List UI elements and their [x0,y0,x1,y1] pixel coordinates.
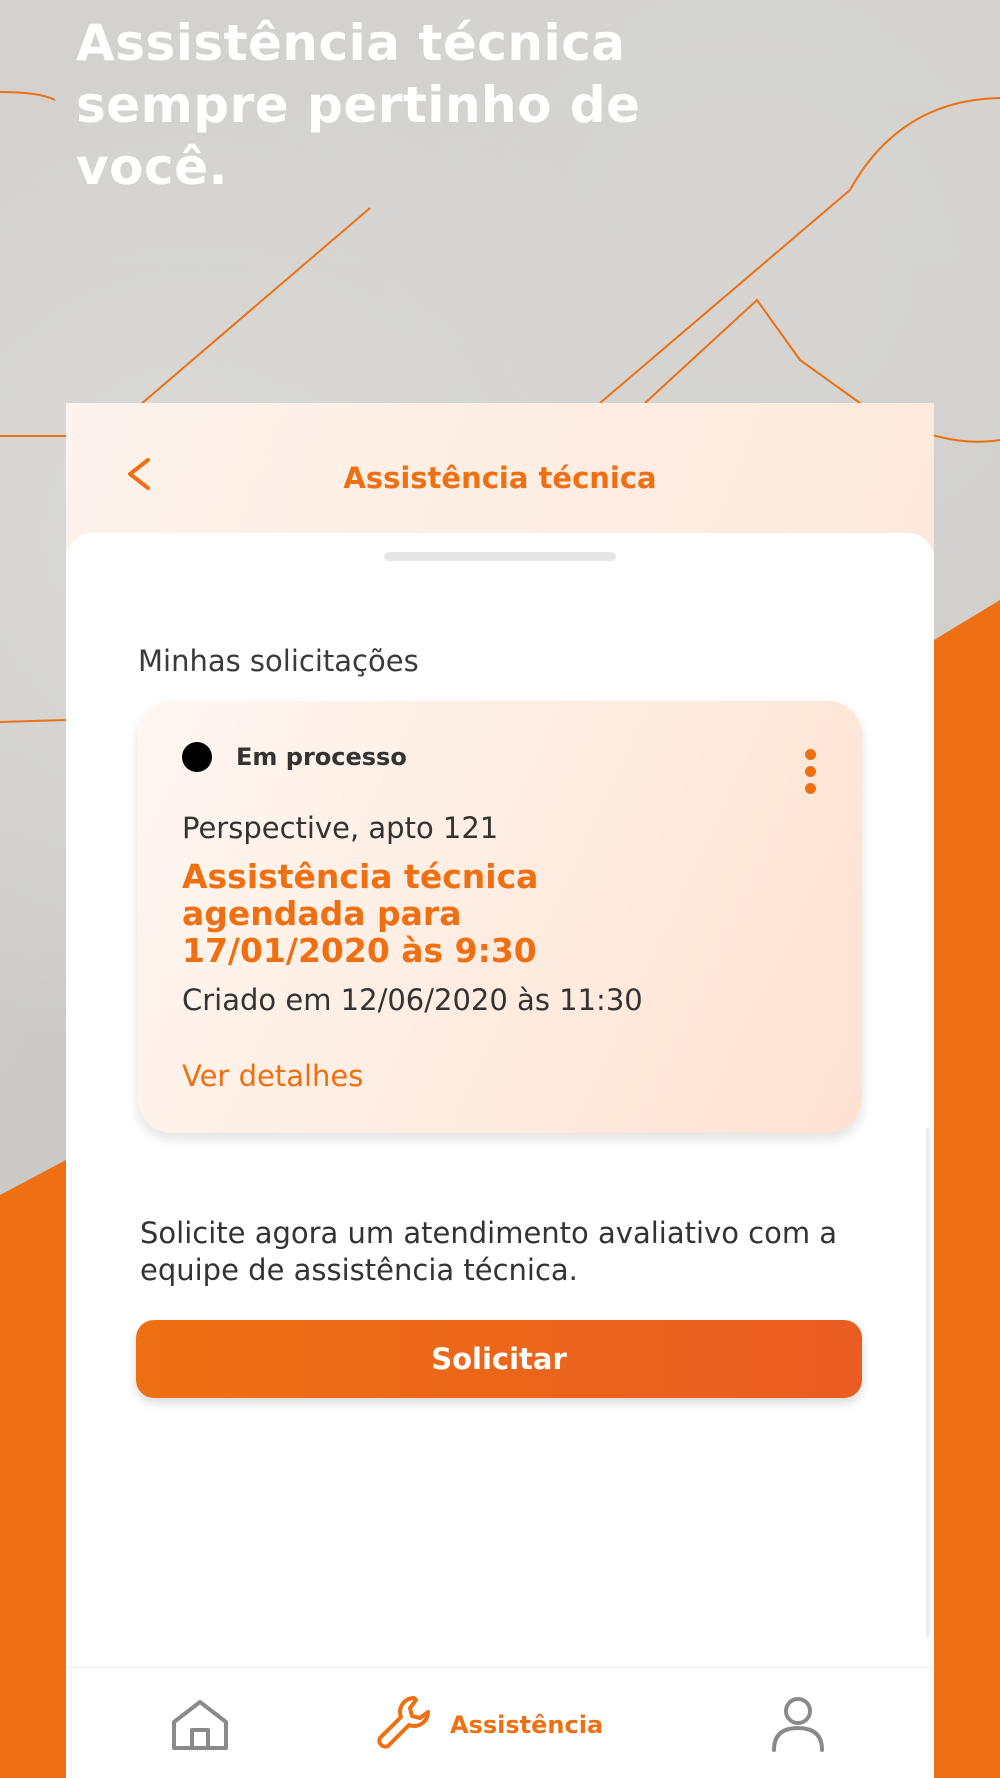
page-title: Assistência técnica [343,461,657,495]
bottom-navigation: Assistência [66,1667,934,1778]
sheet-grabber[interactable] [384,552,616,561]
wrench-icon [377,1696,430,1749]
scrollbar[interactable] [926,1128,930,1638]
more-vertical-icon-dot [804,766,816,777]
cta-description: Solicite agora um atendimento avaliativo… [140,1216,838,1287]
request-schedule: Assistência técnica agendada para 17/01/… [182,857,539,970]
more-vertical-icon [804,749,816,760]
status-dot [182,742,212,772]
user-icon [772,1697,824,1752]
request-created-date: Criado em 12/06/2020 às 11:30 [182,983,643,1017]
request-address: Perspective, apto 121 [182,811,499,845]
app-screen: Assistência técnica Minhas solicitações … [66,403,934,1778]
home-icon [172,1700,228,1750]
more-vertical-icon-dot [804,783,816,794]
view-details-link[interactable]: Ver detalhes [182,1059,363,1093]
request-card[interactable]: Em processo Perspective, apto 121 Assist… [138,701,862,1133]
nav-item-profile[interactable] [768,1668,828,1778]
nav-item-home[interactable] [168,1668,232,1778]
promo-headline: Assistência técnica sempre pertinho de v… [76,14,641,196]
request-button[interactable]: Solicitar [136,1320,862,1398]
status-label: Em processo [236,743,407,771]
content-sheet: Minhas solicitações Em processo Perspect… [66,533,934,1778]
more-options-button[interactable] [802,749,818,799]
section-title: Minhas solicitações [138,644,419,678]
nav-item-label: Assistência [450,1711,604,1739]
nav-item-assistencia[interactable]: Assistência [374,1668,634,1778]
app-bar: Assistência técnica [66,403,934,533]
